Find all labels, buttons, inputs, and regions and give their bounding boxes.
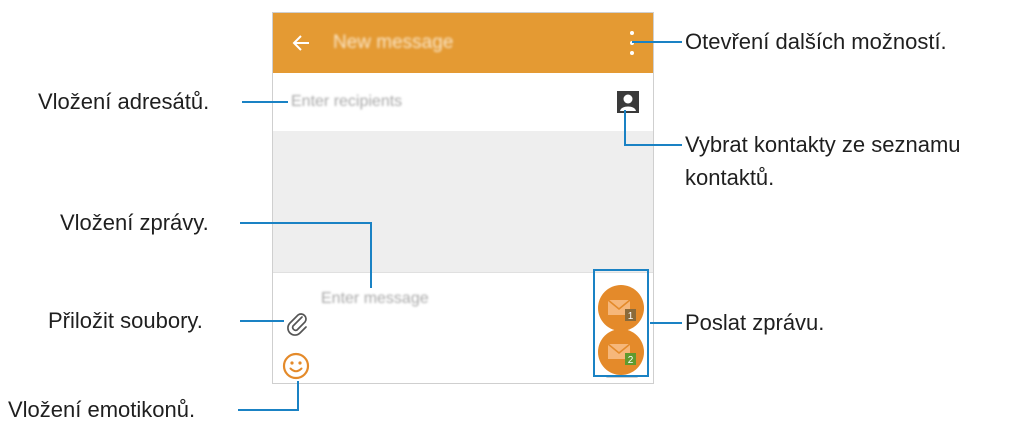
callout-recipients: Vložení adresátů.	[38, 89, 210, 114]
back-arrow-icon[interactable]	[291, 32, 313, 54]
callout-line-send	[650, 322, 682, 324]
smiley-icon[interactable]	[281, 351, 311, 381]
callout-contacts-line1: Vybrat kontakty ze seznamu	[685, 132, 961, 157]
more-options-icon[interactable]	[629, 31, 635, 55]
callout-more-options: Otevření dalších možností.	[685, 29, 947, 54]
callout-send: Poslat zprávu.	[685, 310, 825, 335]
conversation-area	[273, 131, 653, 272]
callout-emoticons: Vložení emotikonů.	[8, 397, 196, 422]
paperclip-icon[interactable]	[285, 311, 311, 337]
send-buttons-highlight	[593, 269, 649, 377]
callout-line-emoticons-h	[238, 409, 299, 411]
callout-message: Vložení zprávy.	[60, 210, 209, 235]
callout-line-emoticons-v	[297, 381, 299, 411]
callout-line-more	[632, 41, 682, 43]
app-title: New message	[333, 32, 454, 53]
app-bar: New message	[273, 13, 653, 73]
callout-line-message-v	[370, 222, 372, 288]
message-input[interactable]	[321, 287, 581, 311]
callout-contacts-line2: kontaktů.	[685, 165, 775, 190]
contact-picker-icon[interactable]	[615, 89, 641, 115]
recipients-input[interactable]	[291, 91, 591, 113]
recipients-bar	[273, 73, 653, 132]
callout-line-recipients	[242, 101, 288, 103]
callout-attach: Přiložit soubory.	[48, 308, 203, 333]
callout-line-attach	[240, 320, 284, 322]
callout-line-contacts-v	[624, 110, 626, 146]
callout-line-contacts-h	[624, 144, 682, 146]
callout-line-message-h	[240, 222, 372, 224]
